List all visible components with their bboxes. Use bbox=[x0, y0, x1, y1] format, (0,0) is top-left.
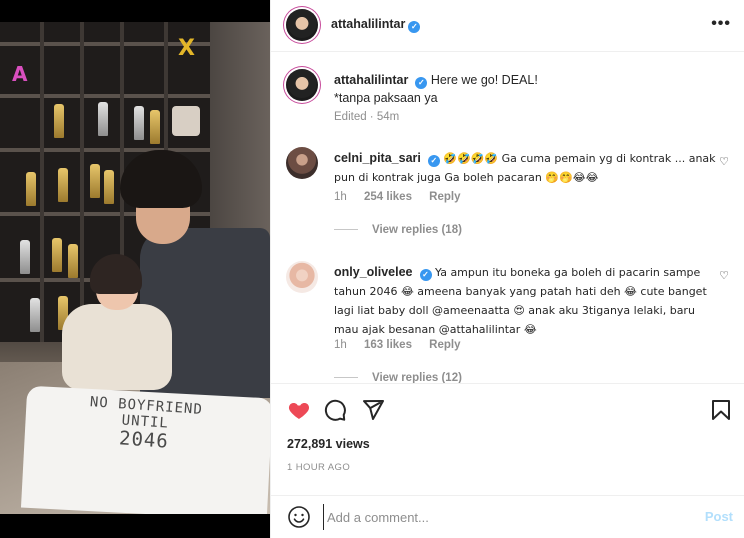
post-dialog: A X NO BOYFRIEND UNTIL 2046 attahalilint… bbox=[0, 0, 744, 538]
caption-meta: Edited · 54m bbox=[334, 111, 400, 123]
comment-like-icon[interactable]: ♡ bbox=[719, 269, 729, 282]
bookmark-icon[interactable] bbox=[709, 398, 733, 422]
author-username[interactable]: attahalilintar ✓ bbox=[331, 17, 421, 33]
tiktok-award-icon bbox=[172, 106, 200, 136]
view-replies-button[interactable]: View replies (12) bbox=[334, 372, 462, 383]
comment-like-icon[interactable]: ♡ bbox=[719, 155, 729, 168]
post-photo[interactable]: A X NO BOYFRIEND UNTIL 2046 bbox=[0, 22, 270, 514]
caption: attahalilintar ✓ Here we go! DEAL! *tanpa… bbox=[286, 69, 731, 129]
view-count[interactable]: 272,891 views bbox=[287, 437, 370, 451]
smiley-icon[interactable] bbox=[287, 505, 311, 529]
post-media[interactable]: A X NO BOYFRIEND UNTIL 2046 bbox=[0, 0, 270, 538]
comment-likes[interactable]: 163 likes bbox=[364, 339, 412, 351]
commenter-avatar[interactable] bbox=[286, 261, 318, 293]
comment-meta: 1h 254 likes Reply bbox=[334, 191, 461, 203]
logo-x-icon: X bbox=[178, 36, 195, 61]
author-avatar[interactable] bbox=[286, 9, 318, 41]
comment-meta: 1h 163 likes Reply bbox=[334, 339, 461, 351]
reply-button[interactable]: Reply bbox=[429, 339, 460, 351]
caption-text: Here we go! DEAL! bbox=[430, 73, 538, 87]
post-header: attahalilintar ✓ ••• bbox=[271, 0, 744, 52]
comment-icon[interactable] bbox=[323, 398, 347, 422]
heart-icon[interactable] bbox=[287, 398, 311, 422]
comments-list[interactable]: attahalilintar ✓ Here we go! DEAL! *tanpa… bbox=[271, 53, 744, 383]
post-timestamp[interactable]: 1 HOUR AGO bbox=[287, 462, 350, 473]
comment-item: celni_pita_sari ✓ 🤣🤣🤣🤣 Ga cuma pemain yg … bbox=[286, 147, 731, 247]
comment-input[interactable] bbox=[323, 504, 663, 530]
verified-badge-icon: ✓ bbox=[419, 269, 432, 281]
commenter-username[interactable]: celni_pita_sari bbox=[334, 151, 421, 165]
caption-avatar[interactable] bbox=[286, 69, 318, 101]
commenter-avatar[interactable] bbox=[286, 147, 318, 179]
reply-button[interactable]: Reply bbox=[429, 191, 460, 203]
caption-text-line2: *tanpa paksaan ya bbox=[334, 91, 438, 105]
post-side-panel: attahalilintar ✓ ••• attahalilintar ✓ Here… bbox=[270, 0, 744, 538]
post-actions: 272,891 views 1 HOUR AGO bbox=[271, 383, 744, 495]
comment-composer: Post bbox=[271, 495, 744, 538]
send-icon[interactable] bbox=[361, 398, 385, 422]
verified-badge-icon: ✓ bbox=[415, 77, 428, 89]
verified-badge-icon: ✓ bbox=[427, 155, 440, 167]
comment-item: only_olivelee ✓ Ya ampun itu boneka ga bo… bbox=[286, 261, 731, 383]
post-button[interactable]: Post bbox=[705, 509, 733, 524]
comment-likes[interactable]: 254 likes bbox=[364, 191, 412, 203]
verified-badge-icon: ✓ bbox=[408, 21, 421, 33]
more-options-icon[interactable]: ••• bbox=[711, 15, 731, 33]
caption-username[interactable]: attahalilintar bbox=[334, 73, 408, 87]
view-replies-button[interactable]: View replies (18) bbox=[334, 224, 462, 236]
logo-a-icon: A bbox=[12, 62, 28, 86]
commenter-username[interactable]: only_olivelee bbox=[334, 265, 413, 279]
